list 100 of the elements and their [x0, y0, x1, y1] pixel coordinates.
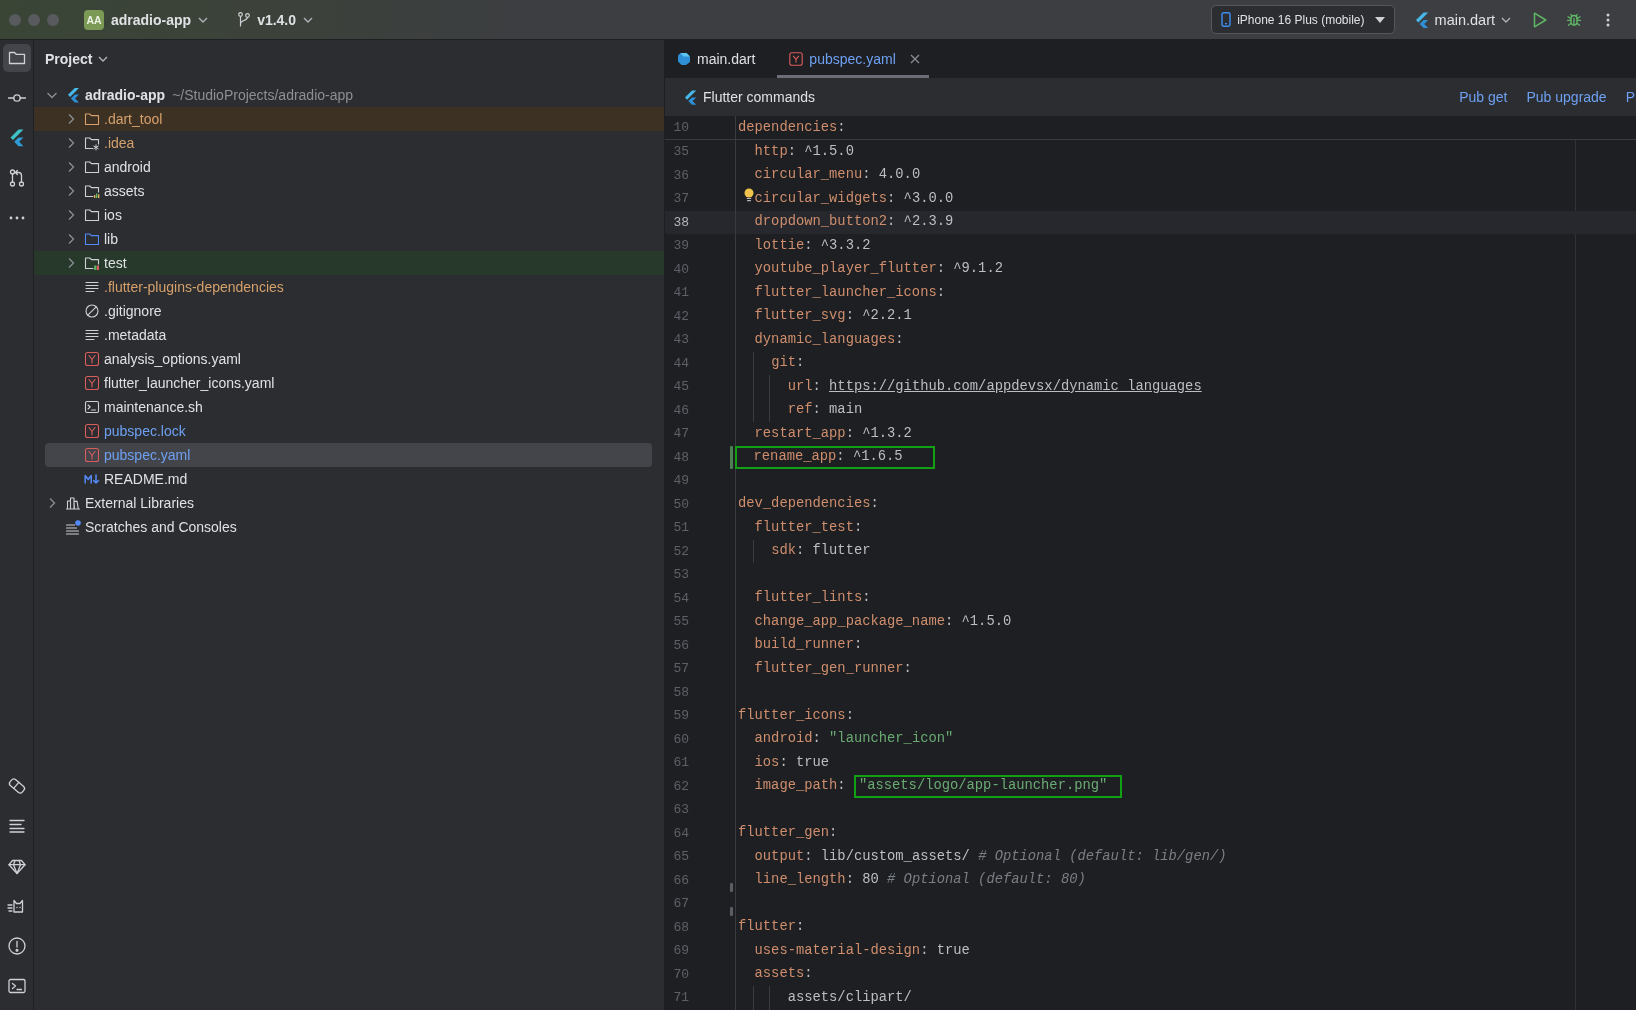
line-number: 61 — [672, 755, 689, 771]
slashed-circle-icon — [84, 303, 100, 319]
code-line: image_path: — [754, 777, 847, 796]
code-line: flutter_gen: — [738, 824, 838, 843]
chevron-right-icon[interactable] — [48, 497, 56, 509]
dart-file-icon — [677, 52, 691, 66]
tree-item[interactable]: android — [45, 155, 652, 179]
flutter-logo-icon — [1414, 11, 1429, 28]
tree-item[interactable]: ios — [45, 203, 652, 227]
project-initials-tile: AA — [84, 9, 104, 30]
code-line: android: "launcher_icon" — [754, 730, 954, 749]
tree-item[interactable]: pubspec.lock — [45, 419, 652, 443]
code-line: dependencies: — [738, 118, 846, 137]
caret-down-icon — [1501, 16, 1511, 23]
dropdown-triangle-icon — [1374, 16, 1385, 23]
chevron-right-icon[interactable] — [67, 257, 75, 269]
line-number: 57 — [672, 661, 689, 677]
code-line: dropdown_button2: ^2.3.9 — [754, 213, 954, 232]
url-link[interactable]: https://github.com/appdevsx/dynamic_languages — [829, 378, 1202, 394]
code-line: flutter_svg: ^2.2.1 — [754, 307, 912, 326]
chevron-right-icon[interactable] — [67, 137, 75, 149]
tree-item[interactable]: .flutter-plugins-dependencies — [45, 275, 652, 299]
lightbulb-icon[interactable] — [744, 188, 754, 202]
line-number: 10 — [672, 120, 689, 135]
tree-item[interactable]: Scratches and Consoles — [45, 515, 652, 539]
alert-icon[interactable] — [6, 936, 27, 956]
yaml-file-icon — [84, 351, 100, 367]
tree-item[interactable]: adradio-app ~/StudioProjects/adradio-app — [45, 83, 652, 107]
line-number: 53 — [672, 567, 689, 583]
markdown-icon — [84, 471, 100, 487]
tree-item[interactable]: .gitignore — [45, 299, 652, 323]
tree-item[interactable]: lib — [45, 227, 652, 251]
panel-title-menu[interactable]: Project — [45, 51, 109, 67]
chevron-right-icon[interactable] — [67, 209, 75, 221]
folder-icon[interactable] — [2, 44, 31, 72]
folder-icon — [84, 159, 100, 175]
line-number: 42 — [672, 308, 689, 324]
caret-down-icon — [98, 56, 109, 62]
close-icon[interactable] — [909, 54, 920, 64]
eraser-icon[interactable] — [6, 776, 27, 796]
tree-item[interactable]: .metadata — [45, 323, 652, 347]
tree-item[interactable]: pubspec.yaml — [45, 443, 652, 467]
tree-item[interactable]: test — [34, 251, 664, 275]
line-number: 45 — [672, 379, 689, 395]
flutter-logo-icon — [65, 87, 81, 103]
code-line: change_app_package_name: ^1.5.0 — [754, 612, 1012, 631]
gear-folder-icon — [84, 135, 100, 151]
editor-tab[interactable]: pubspec.yaml — [777, 40, 929, 78]
caret-down-icon — [198, 16, 209, 23]
line-number: 50 — [672, 496, 689, 512]
tree-item[interactable]: analysis_options.yaml — [45, 347, 652, 371]
action-link[interactable]: P — [1625, 89, 1635, 105]
line-number: 68 — [672, 919, 689, 935]
code-line: assets/clipart/ — [787, 988, 912, 1007]
line-number: 71 — [672, 990, 689, 1006]
code-line: ios: true — [754, 753, 830, 772]
yaml-file-icon — [84, 423, 100, 439]
line-number: 40 — [672, 261, 689, 277]
more-icon[interactable] — [1606, 12, 1610, 27]
terminal-icon[interactable] — [6, 976, 27, 996]
chevron-right-icon[interactable] — [67, 161, 75, 173]
code-line: uses-material-design: true — [754, 941, 970, 960]
tree-item[interactable]: .dart_tool — [34, 107, 664, 131]
tree-item[interactable]: maintenance.sh — [45, 395, 652, 419]
tree-item[interactable]: assets — [45, 179, 652, 203]
chevron-right-icon[interactable] — [67, 185, 75, 197]
code-line: rename_app: ^1.6.5 — [753, 448, 903, 467]
code-line: git: — [771, 354, 805, 373]
run-config-selector[interactable]: main.dart — [1414, 11, 1511, 28]
line-number: 35 — [672, 144, 689, 160]
code-line: sdk: flutter — [771, 542, 871, 561]
code-line: dynamic_languages: — [754, 330, 904, 349]
tree-item[interactable]: External Libraries — [45, 491, 652, 515]
line-number: 63 — [672, 802, 689, 818]
line-number: 51 — [672, 520, 689, 536]
bug-icon[interactable] — [1566, 11, 1582, 28]
tree-item[interactable]: flutter_launcher_icons.yaml — [45, 371, 652, 395]
project-switcher[interactable]: AA adradio-app — [84, 9, 209, 30]
line-number: 65 — [672, 849, 689, 865]
tree-item[interactable]: .idea — [45, 131, 652, 155]
play-icon[interactable] — [1533, 11, 1547, 28]
folder-icon — [84, 111, 100, 127]
tree-item[interactable]: README.md — [45, 467, 652, 491]
chevron-down-icon[interactable] — [46, 91, 58, 99]
chevron-right-icon[interactable] — [67, 113, 75, 125]
line-number: 58 — [672, 684, 689, 700]
text-lines-icon — [84, 279, 100, 295]
action-link[interactable]: Pub get — [1459, 89, 1508, 105]
code-line: line_length: 80 # Optional (default: 80) — [754, 871, 1086, 890]
editor-tab[interactable]: main.dart — [665, 40, 765, 78]
action-link[interactable]: Pub upgrade — [1526, 89, 1607, 105]
device-selector[interactable]: iPhone 16 Plus (mobile) — [1211, 5, 1395, 34]
resource-folder-icon — [84, 183, 100, 199]
code-line: build_runner: — [754, 636, 863, 655]
code-line: flutter_icons: — [738, 706, 854, 725]
line-number: 46 — [672, 402, 689, 418]
line-number: 48 — [672, 449, 689, 465]
branch-selector[interactable]: v1.4.0 — [238, 11, 314, 28]
yaml-file-icon — [84, 375, 100, 391]
chevron-right-icon[interactable] — [67, 233, 75, 245]
